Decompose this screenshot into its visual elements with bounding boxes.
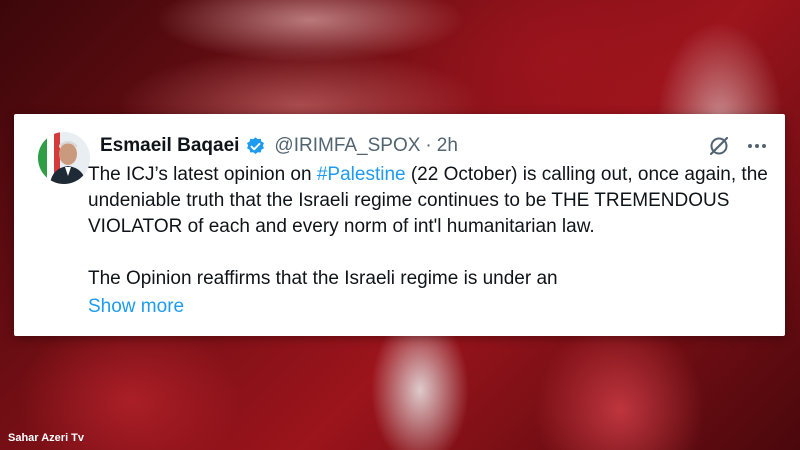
hashtag-link[interactable]: #Palestine xyxy=(317,164,406,185)
tweet-paragraph-1: The ICJ’s latest opinion on #Palestine (… xyxy=(88,162,778,240)
channel-watermark: Sahar Azeri Tv xyxy=(8,432,85,444)
author-handle[interactable]: @IRIMFA_SPOX xyxy=(274,135,420,157)
tweet-header-actions xyxy=(707,134,769,163)
show-more-link[interactable]: Show more xyxy=(88,296,184,318)
timestamp[interactable]: 2h xyxy=(437,135,458,157)
avatar[interactable] xyxy=(38,132,90,184)
grok-icon[interactable] xyxy=(707,134,731,163)
tweet-paragraph-2: The Opinion reaffirms that the Israeli r… xyxy=(88,268,558,289)
separator-dot: · xyxy=(425,135,432,156)
more-options-icon[interactable] xyxy=(745,134,769,163)
tweet-text: The ICJ’s latest opinion on #Palestine (… xyxy=(88,162,778,292)
tweet-card[interactable]: Esmaeil Baqaei @IRIMFA_SPOX · 2h The ICJ… xyxy=(14,114,785,336)
tweet-header: Esmaeil Baqaei @IRIMFA_SPOX · 2h xyxy=(100,134,458,158)
tweet-text-segment: The ICJ’s latest opinion on xyxy=(88,164,317,185)
author-name[interactable]: Esmaeil Baqaei xyxy=(100,135,239,157)
verified-badge-icon xyxy=(245,136,266,157)
